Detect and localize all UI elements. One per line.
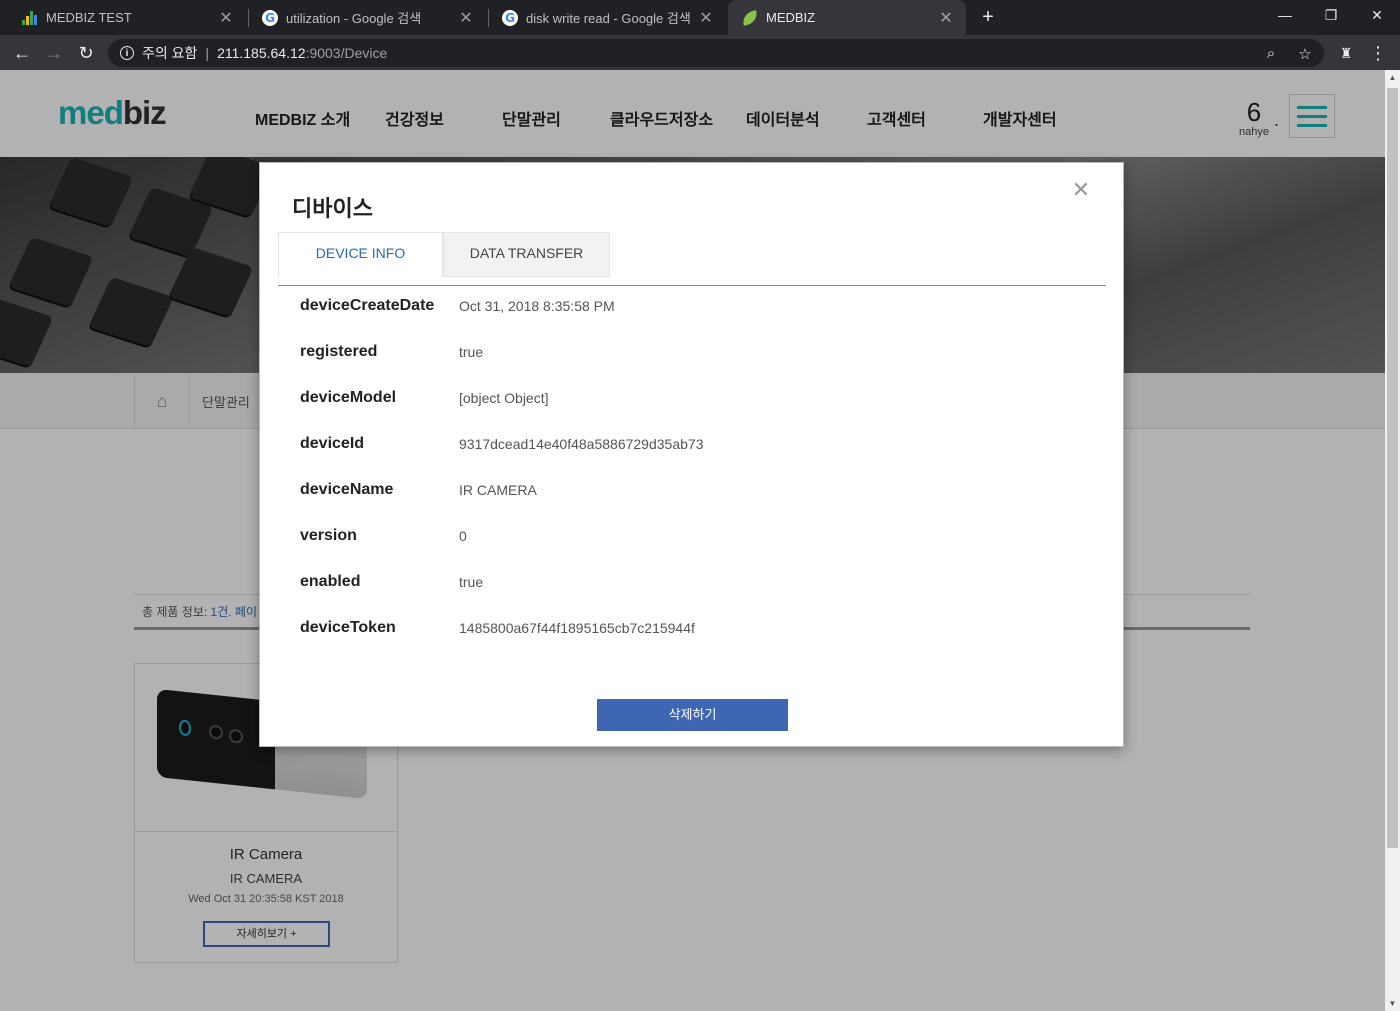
tab-title: disk write read - Google 검색: [526, 11, 691, 26]
device-modal: 디바이스 ✕ DEVICE INFO DATA TRANSFER deviceC…: [259, 162, 1124, 747]
url-path: :9003/Device: [305, 45, 388, 61]
field-label: deviceToken: [300, 619, 396, 636]
field-value: 0: [459, 528, 467, 544]
address-toolbar: ← → ↻ i 주의 요함 | 211.185.64.12:9003/Devic…: [0, 35, 1400, 70]
field-value: [object Object]: [459, 390, 549, 406]
field-label: deviceId: [300, 435, 365, 452]
browser-tab-active[interactable]: MEDBIZ ✕: [728, 0, 966, 35]
leaf-icon: [740, 9, 760, 26]
star-icon[interactable]: ☆: [1295, 45, 1315, 63]
reload-icon[interactable]: ↻: [72, 39, 100, 67]
close-icon[interactable]: ✕: [698, 8, 714, 28]
field-label: deviceName: [300, 481, 394, 498]
tab-title: MEDBIZ: [766, 10, 816, 25]
extension-icon[interactable]: ♜: [1332, 39, 1360, 67]
url-divider: |: [205, 45, 210, 61]
tab-title: MEDBIZ TEST: [46, 10, 132, 25]
scroll-down-arrow-icon[interactable]: ▼: [1385, 996, 1400, 1011]
field-label: enabled: [300, 573, 361, 590]
restore-button[interactable]: ❐: [1308, 0, 1354, 30]
field-label: version: [300, 527, 357, 544]
browser-tab[interactable]: MEDBIZ TEST ✕: [8, 0, 246, 35]
close-icon[interactable]: ✕: [458, 8, 474, 28]
field-value: 9317dcead14e40f48a5886729d35ab73: [459, 436, 704, 452]
browser-tab[interactable]: G utilization - Google 검색 ✕: [248, 0, 486, 35]
url-host: 211.185.64.12: [217, 45, 306, 61]
forward-arrow-icon[interactable]: →: [40, 39, 68, 67]
field-value: Oct 31, 2018 8:35:58 PM: [459, 298, 615, 314]
field-value: true: [459, 574, 484, 590]
close-icon[interactable]: ✕: [218, 8, 234, 28]
field-label: registered: [300, 343, 378, 360]
google-icon: G: [502, 9, 518, 26]
field-value: true: [459, 344, 484, 360]
field-value: IR CAMERA: [459, 482, 537, 498]
scroll-up-arrow-icon[interactable]: ▲: [1385, 70, 1400, 85]
modal-tabs: DEVICE INFO DATA TRANSFER: [278, 232, 1106, 286]
new-tab-button[interactable]: +: [976, 4, 1000, 30]
scroll-thumb[interactable]: [1387, 88, 1398, 848]
security-warning[interactable]: 주의 요함: [142, 43, 197, 63]
browser-tab[interactable]: G disk write read - Google 검색 ✕: [488, 0, 726, 35]
close-icon[interactable]: ✕: [1068, 177, 1094, 203]
zoom-icon[interactable]: ⌕: [1261, 45, 1281, 62]
page-scrollbar[interactable]: ▲ ▼: [1385, 70, 1400, 1011]
close-icon[interactable]: ✕: [938, 8, 954, 28]
tab-device-info[interactable]: DEVICE INFO: [278, 232, 443, 277]
field-label: deviceModel: [300, 389, 397, 406]
tab-data-transfer[interactable]: DATA TRANSFER: [443, 232, 610, 277]
address-bar[interactable]: i 주의 요함 | 211.185.64.12:9003/Device ⌕ ☆: [108, 39, 1324, 67]
tab-title: utilization - Google 검색: [286, 11, 422, 26]
modal-title: 디바이스: [292, 196, 373, 221]
delete-button[interactable]: 삭제하기: [597, 699, 788, 731]
field-value: 1485800a67f44f1895165cb7c215944f: [459, 620, 695, 636]
field-label: deviceCreateDate: [300, 297, 435, 314]
menu-dots-icon[interactable]: ⋮: [1364, 39, 1392, 67]
bar-chart-icon: [22, 10, 38, 25]
back-arrow-icon[interactable]: ←: [8, 39, 36, 67]
window-close-button[interactable]: ✕: [1354, 0, 1400, 30]
info-icon[interactable]: i: [120, 46, 134, 60]
minimize-button[interactable]: —: [1262, 0, 1308, 30]
browser-tab-strip: MEDBIZ TEST ✕ G utilization - Google 검색 …: [0, 0, 1400, 35]
google-icon: G: [262, 9, 278, 26]
